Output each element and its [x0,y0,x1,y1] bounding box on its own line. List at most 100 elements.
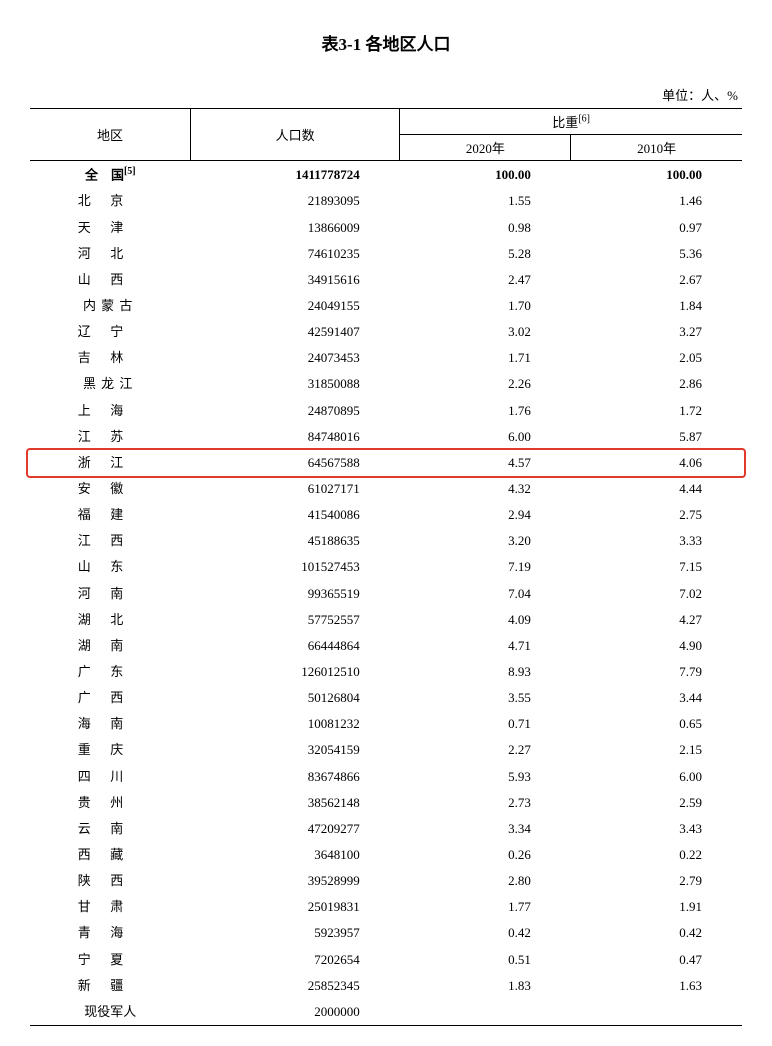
table-row: 河北746102355.285.36 [30,241,742,267]
cell-share-2010: 5.36 [571,241,742,267]
cell-share-2020: 1.77 [400,894,571,920]
table-row: 甘肃250198311.771.91 [30,894,742,920]
cell-population: 5923957 [191,920,400,946]
table-row: 河南993655197.047.02 [30,581,742,607]
table-row: 青海59239570.420.42 [30,920,742,946]
share-footnote: [6] [578,114,590,125]
cell-share-2020: 1.76 [400,398,571,424]
table-row: 广西501268043.553.44 [30,685,742,711]
cell-share-2020: 2.94 [400,502,571,528]
cell-population: 66444864 [191,633,400,659]
cell-share-2020: 0.51 [400,947,571,973]
cell-region: 湖南 [30,633,191,659]
cell-share-2020: 3.20 [400,528,571,554]
cell-population: 3648100 [191,842,400,868]
cell-region: 甘肃 [30,894,191,920]
cell-population: 42591407 [191,319,400,345]
cell-population: 64567588 [191,450,400,476]
cell-population: 25019831 [191,894,400,920]
table-row: 陕西395289992.802.79 [30,868,742,894]
cell-share-2010: 6.00 [571,764,742,790]
table-row: 宁夏72026540.510.47 [30,947,742,973]
cell-population: 38562148 [191,790,400,816]
table-row: 内蒙古240491551.701.84 [30,293,742,319]
table-row: 北京218930951.551.46 [30,188,742,214]
cell-population: 25852345 [191,973,400,999]
table-row: 新疆258523451.831.63 [30,973,742,999]
cell-population: 47209277 [191,816,400,842]
cell-region: 重庆 [30,737,191,763]
col-share-group: 比重[6] [400,109,742,135]
cell-population: 41540086 [191,502,400,528]
cell-region: 天津 [30,215,191,241]
cell-region: 陕西 [30,868,191,894]
cell-share-2020: 2.27 [400,737,571,763]
cell-region: 黑龙江 [30,371,191,397]
col-region: 地区 [30,109,191,161]
table-row: 山东1015274537.197.15 [30,554,742,580]
cell-region: 山西 [30,267,191,293]
cell-population: 126012510 [191,659,400,685]
cell-population: 74610235 [191,241,400,267]
cell-region: 北京 [30,188,191,214]
table-row: 西藏36481000.260.22 [30,842,742,868]
cell-share-2020: 2.26 [400,371,571,397]
cell-share-2020: 3.34 [400,816,571,842]
table-row: 吉林240734531.712.05 [30,345,742,371]
cell-share-2010: 0.22 [571,842,742,868]
cell-population: 101527453 [191,554,400,580]
cell-region: 青海 [30,920,191,946]
cell-share-2020: 6.00 [400,424,571,450]
cell-share-2020: 2.47 [400,267,571,293]
cell-region: 四川 [30,764,191,790]
col-year-2020: 2020年 [400,135,571,161]
cell-share-2010: 3.44 [571,685,742,711]
cell-share-2020: 0.26 [400,842,571,868]
cell-share-2020: 7.04 [400,581,571,607]
cell-share-2010: 3.43 [571,816,742,842]
table-row: 湖北577525574.094.27 [30,607,742,633]
cell-share-2020: 0.98 [400,215,571,241]
table-row: 浙江645675884.574.06 [30,450,742,476]
cell-share2010-total: 100.00 [571,161,742,189]
cell-region: 江苏 [30,424,191,450]
cell-share-2010: 0.97 [571,215,742,241]
unit-label: 单位：人、% [30,85,742,104]
table-row: 福建415400862.942.75 [30,502,742,528]
cell-share-2010: 2.59 [571,790,742,816]
cell-region: 广西 [30,685,191,711]
cell-region: 吉林 [30,345,191,371]
table-row: 贵州385621482.732.59 [30,790,742,816]
cell-population: 10081232 [191,711,400,737]
row-total: 全 国[5] 1411778724 100.00 100.00 [30,161,742,189]
cell-share-2010: 4.06 [571,450,742,476]
cell-share-2010: 1.63 [571,973,742,999]
cell-population: 57752557 [191,607,400,633]
cell-region: 云南 [30,816,191,842]
table-row: 广东1260125108.937.79 [30,659,742,685]
cell-share-2020: 8.93 [400,659,571,685]
cell-population: 2000000 [191,999,400,1026]
cell-share-2010: 2.15 [571,737,742,763]
col-share-label: 比重 [552,115,578,130]
page-container: 表3-1 各地区人口 单位：人、% 地区 人口数 比重[6] 2020年 201… [0,0,772,1046]
cell-share-2010: 2.75 [571,502,742,528]
cell-region: 宁夏 [30,947,191,973]
cell-population: 13866009 [191,215,400,241]
cell-share2020-total: 100.00 [400,161,571,189]
cell-share-2010: 2.67 [571,267,742,293]
cell-share-2020 [400,999,571,1026]
table-body: 全 国[5] 1411778724 100.00 100.00 北京218930… [30,161,742,1026]
cell-share-2010: 7.02 [571,581,742,607]
cell-population: 83674866 [191,764,400,790]
cell-region: 安徽 [30,476,191,502]
cell-population: 84748016 [191,424,400,450]
cell-region: 新疆 [30,973,191,999]
cell-share-2020: 3.02 [400,319,571,345]
cell-share-2010: 1.72 [571,398,742,424]
cell-share-2020: 4.09 [400,607,571,633]
table-row: 四川836748665.936.00 [30,764,742,790]
cell-share-2020: 5.28 [400,241,571,267]
table-row: 山西349156162.472.67 [30,267,742,293]
cell-region: 广东 [30,659,191,685]
